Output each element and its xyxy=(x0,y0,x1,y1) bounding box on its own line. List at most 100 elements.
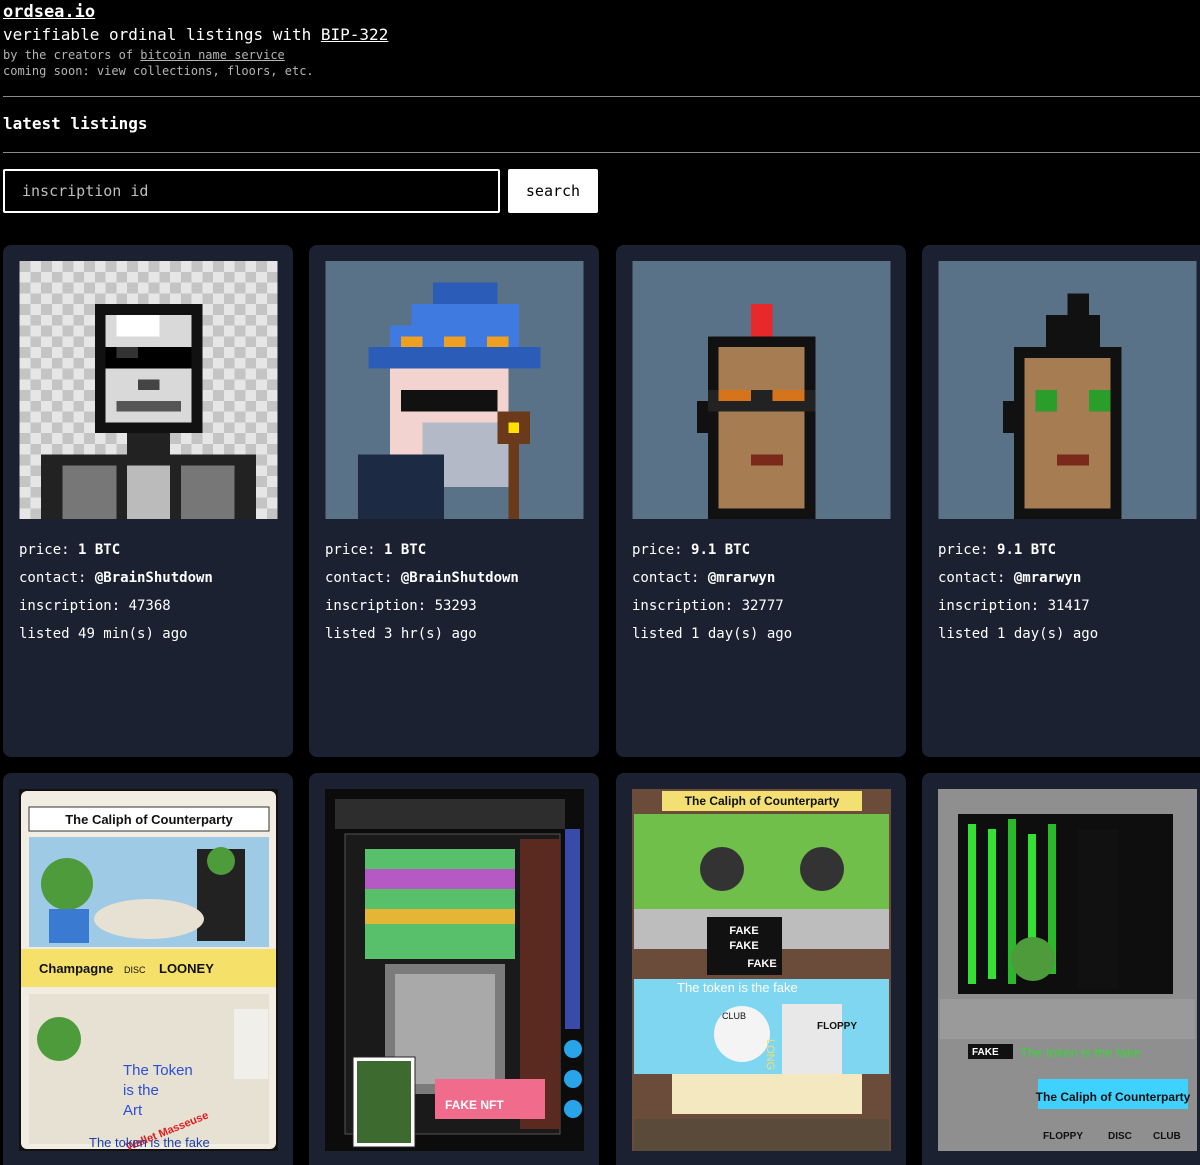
listing-card[interactable]: price: 9.1 BTC contact: @mrarwyn inscrip… xyxy=(922,245,1200,757)
contact-label: contact: xyxy=(632,570,708,586)
listing-card[interactable]: FAKE The token is the fake The Caliph of… xyxy=(922,773,1200,1165)
card-text: FAKE xyxy=(729,925,758,937)
price-label: price: xyxy=(938,542,998,558)
inscription-value: 31417 xyxy=(1047,598,1090,614)
contact-link[interactable]: @BrainShutdown xyxy=(401,570,519,586)
contact-row: contact: @BrainShutdown xyxy=(19,564,213,592)
listed-label: listed xyxy=(325,626,385,642)
card-text: The token is the fake xyxy=(89,1135,210,1150)
card-text: LONG xyxy=(764,1039,776,1070)
listed-row: listed 1 day(s) ago xyxy=(632,620,792,648)
card-title-text: The Caliph of Counterparty xyxy=(685,794,840,808)
card-text: Art xyxy=(123,1102,143,1119)
listing-image[interactable]: The Caliph of Counterparty Champagne DIS… xyxy=(19,789,278,1151)
contact-link[interactable]: @mrarwyn xyxy=(1014,570,1081,586)
listed-value: 3 hr(s) ago xyxy=(384,626,477,642)
listing-info: price: 9.1 BTC contact: @mrarwyn inscrip… xyxy=(632,536,792,648)
inscription-label: inscription: xyxy=(632,598,742,614)
contact-label: contact: xyxy=(19,570,95,586)
card-text: DISC xyxy=(1108,1131,1132,1142)
price-label: price: xyxy=(632,542,692,558)
listed-row: listed 49 min(s) ago xyxy=(19,620,213,648)
listed-label: listed xyxy=(19,626,79,642)
listing-card[interactable]: The Caliph of Counterparty Champagne DIS… xyxy=(3,773,293,1165)
contact-link[interactable]: @mrarwyn xyxy=(708,570,775,586)
divider xyxy=(3,96,1200,97)
listing-image[interactable] xyxy=(938,261,1197,519)
listing-card[interactable]: price: 9.1 BTC contact: @mrarwyn inscrip… xyxy=(616,245,906,757)
section-title: latest listings xyxy=(3,114,148,133)
listing-image[interactable]: The Caliph of Counterparty FAKE FAKE FAK… xyxy=(632,789,891,1151)
listed-label: listed xyxy=(632,626,692,642)
byline-text: by the creators of xyxy=(3,48,141,62)
card-text: FAKE xyxy=(747,958,776,970)
card-text: DISC xyxy=(124,965,146,975)
card-text: The Caliph of Counterparty xyxy=(1036,1090,1191,1104)
price-row: price: 9.1 BTC xyxy=(938,536,1098,564)
card-text: The Token xyxy=(123,1062,193,1079)
search-button[interactable]: search xyxy=(508,169,598,213)
inscription-row: inscription: 32777 xyxy=(632,592,792,620)
listed-value: 1 day(s) ago xyxy=(997,626,1099,642)
listing-info: price: 9.1 BTC contact: @mrarwyn inscrip… xyxy=(938,536,1098,648)
card-title-text: The Caliph of Counterparty xyxy=(65,812,233,827)
card-text: FAKE xyxy=(972,1047,999,1058)
listing-image[interactable]: FAKE The token is the fake The Caliph of… xyxy=(938,789,1197,1151)
card-text: is the xyxy=(123,1082,159,1099)
price-value: 9.1 BTC xyxy=(691,542,751,558)
contact-label: contact: xyxy=(938,570,1014,586)
card-text: LOONEY xyxy=(159,961,214,976)
divider xyxy=(3,152,1200,153)
price-value: 1 BTC xyxy=(384,542,427,558)
price-row: price: 9.1 BTC xyxy=(632,536,792,564)
contact-row: contact: @mrarwyn xyxy=(938,564,1098,592)
card-text: FLOPPY xyxy=(1043,1131,1083,1142)
card-text: FAKE xyxy=(729,940,758,952)
listing-card[interactable]: price: 1 BTC contact: @BrainShutdown ins… xyxy=(309,245,599,757)
byline: by the creators of bitcoin name service xyxy=(3,48,285,62)
listing-image[interactable] xyxy=(325,261,584,519)
inscription-row: inscription: 53293 xyxy=(325,592,519,620)
search-input[interactable] xyxy=(3,169,500,213)
contact-link[interactable]: @BrainShutdown xyxy=(95,570,213,586)
site-title[interactable]: ordsea.io xyxy=(3,2,95,22)
price-row: price: 1 BTC xyxy=(325,536,519,564)
price-row: price: 1 BTC xyxy=(19,536,213,564)
listed-row: listed 3 hr(s) ago xyxy=(325,620,519,648)
inscription-label: inscription: xyxy=(325,598,435,614)
listing-image[interactable] xyxy=(632,261,891,519)
tagline-text: verifiable ordinal listings with xyxy=(3,25,321,44)
coming-soon-text: coming soon: view collections, floors, e… xyxy=(3,64,314,78)
inscription-value: 32777 xyxy=(741,598,784,614)
card-text: The token is the fake xyxy=(677,980,798,995)
price-label: price: xyxy=(325,542,385,558)
listing-info: price: 1 BTC contact: @BrainShutdown ins… xyxy=(19,536,213,648)
listed-row: listed 1 day(s) ago xyxy=(938,620,1098,648)
listed-label: listed xyxy=(938,626,998,642)
price-value: 9.1 BTC xyxy=(997,542,1057,558)
listing-image[interactable]: FAKE NFT xyxy=(325,789,584,1151)
listing-card[interactable]: price: 1 BTC contact: @BrainShutdown ins… xyxy=(3,245,293,757)
listed-value: 1 day(s) ago xyxy=(691,626,793,642)
listing-card[interactable]: The Caliph of Counterparty FAKE FAKE FAK… xyxy=(616,773,906,1165)
price-label: price: xyxy=(19,542,79,558)
listing-image[interactable] xyxy=(19,261,278,519)
card-text: CLUB xyxy=(722,1011,746,1021)
inscription-label: inscription: xyxy=(19,598,129,614)
card-text: Champagne xyxy=(39,961,113,976)
bip322-link[interactable]: BIP-322 xyxy=(321,25,388,44)
inscription-value: 47368 xyxy=(128,598,171,614)
bitcoin-name-service-link[interactable]: bitcoin name service xyxy=(140,48,285,62)
listed-value: 49 min(s) ago xyxy=(78,626,188,642)
inscription-row: inscription: 31417 xyxy=(938,592,1098,620)
tagline: verifiable ordinal listings with BIP-322 xyxy=(3,25,388,44)
listing-info: price: 1 BTC contact: @BrainShutdown ins… xyxy=(325,536,519,648)
contact-row: contact: @BrainShutdown xyxy=(325,564,519,592)
card-text: FAKE NFT xyxy=(445,1098,504,1112)
inscription-value: 53293 xyxy=(434,598,477,614)
contact-row: contact: @mrarwyn xyxy=(632,564,792,592)
contact-label: contact: xyxy=(325,570,401,586)
card-text: CLUB xyxy=(1153,1131,1181,1142)
card-text: FLOPPY xyxy=(817,1021,857,1032)
listing-card[interactable]: FAKE NFT xyxy=(309,773,599,1165)
